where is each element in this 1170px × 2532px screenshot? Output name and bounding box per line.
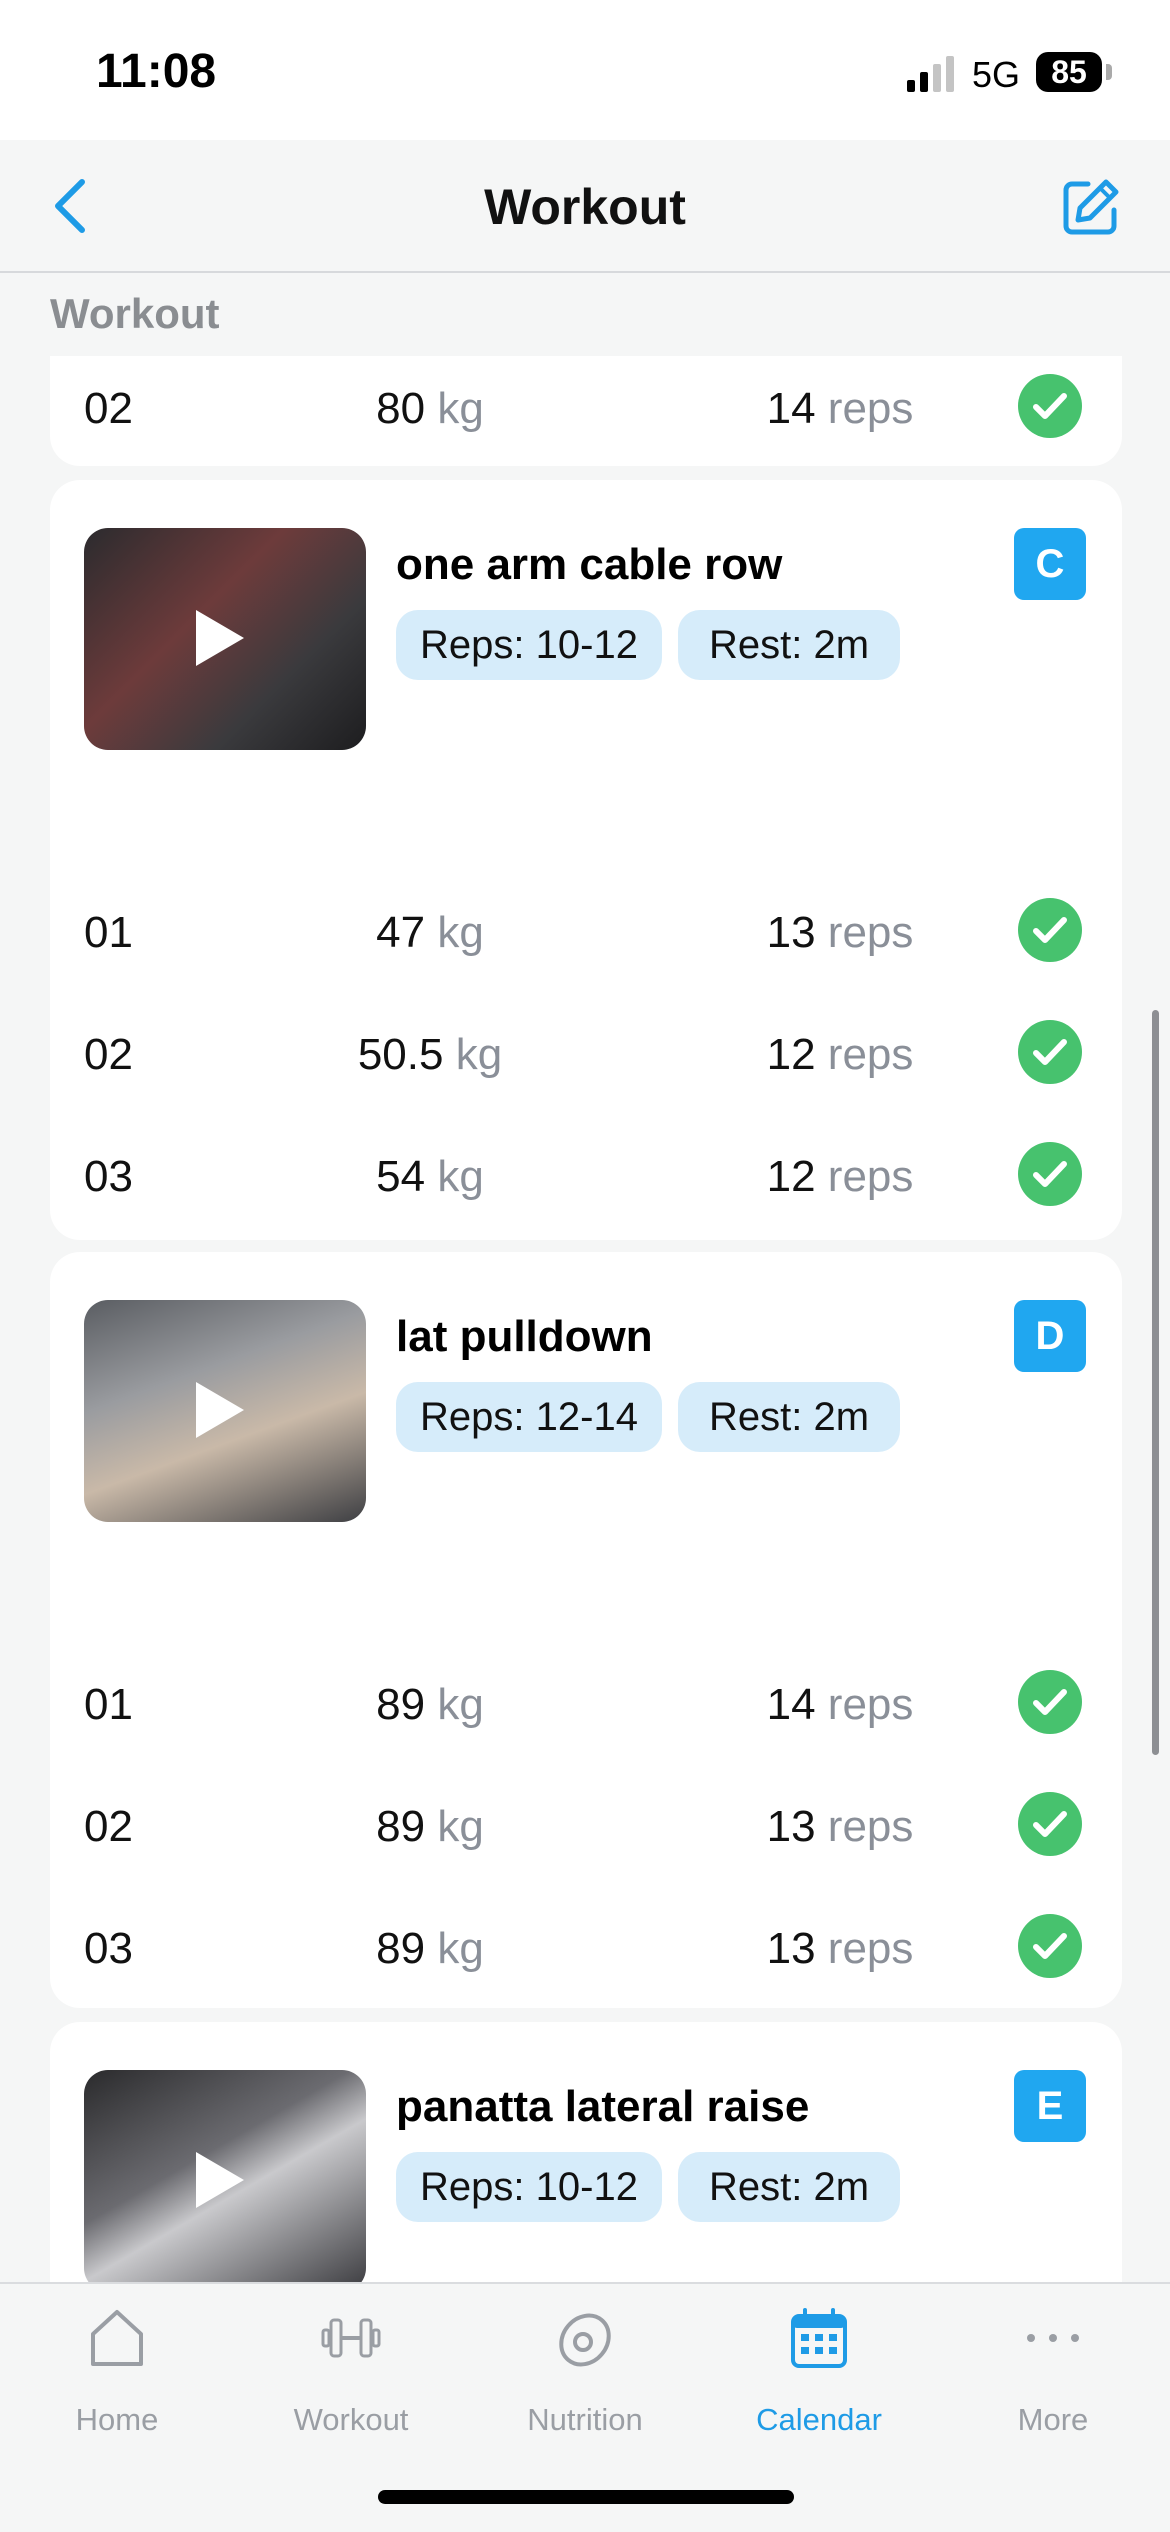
tab-workout[interactable]: Workout <box>234 2306 468 2456</box>
set-row[interactable]: 02 80 kg 14 reps <box>50 356 1122 456</box>
set-weight: 89 kg <box>376 1802 484 1851</box>
reps-pill: Reps: 10-12 <box>396 610 662 680</box>
tab-nutrition[interactable]: Nutrition <box>468 2306 702 2456</box>
home-indicator <box>378 2490 794 2504</box>
tab-label: Nutrition <box>527 2402 643 2437</box>
check-icon[interactable] <box>1018 898 1082 962</box>
check-icon[interactable] <box>1018 1914 1082 1978</box>
check-icon[interactable] <box>1018 374 1082 438</box>
more-icon <box>1027 2334 1079 2342</box>
tab-label: Workout <box>293 2402 409 2437</box>
set-weight: 47 kg <box>376 908 484 957</box>
navigation-bar: Workout <box>0 140 1170 273</box>
set-reps: 14 reps <box>766 384 914 433</box>
set-number: 02 <box>84 1030 133 1079</box>
exercise-card: panatta lateral raise Reps: 10-12 Rest: … <box>50 2022 1122 2322</box>
edit-icon[interactable] <box>1060 176 1122 238</box>
network-label: 5G <box>972 54 1021 95</box>
set-row[interactable]: 01 47 kg 13 reps <box>50 880 1122 980</box>
exercise-name: panatta lateral raise <box>396 2082 810 2131</box>
rest-pill: Rest: 2m <box>678 1382 900 1452</box>
set-number: 01 <box>84 1680 133 1729</box>
tab-label: Home <box>75 2402 159 2437</box>
set-number: 03 <box>84 1924 133 1973</box>
set-row[interactable]: 02 50.5 kg 12 reps <box>50 1002 1122 1102</box>
play-icon <box>196 610 244 666</box>
exercise-name: one arm cable row <box>396 540 783 589</box>
set-weight: 54 kg <box>376 1152 484 1201</box>
tab-home[interactable]: Home <box>0 2306 234 2456</box>
set-number: 03 <box>84 1152 133 1201</box>
superset-badge: D <box>1014 1300 1086 1372</box>
set-reps: 13 reps <box>766 908 914 957</box>
set-reps: 12 reps <box>766 1030 914 1079</box>
play-icon <box>196 1382 244 1438</box>
video-thumbnail[interactable] <box>84 2070 366 2292</box>
check-icon[interactable] <box>1018 1670 1082 1734</box>
status-bar: 11:08 5G 85 <box>0 0 1170 140</box>
set-weight: 89 kg <box>376 1680 484 1729</box>
reps-pill: Reps: 12-14 <box>396 1382 662 1452</box>
exercise-name: lat pulldown <box>396 1312 653 1361</box>
set-reps: 13 reps <box>766 1802 914 1851</box>
dumbbell-icon <box>321 2318 381 2358</box>
set-weight: 89 kg <box>376 1924 484 1973</box>
tab-label: Calendar <box>756 2402 882 2437</box>
video-thumbnail[interactable] <box>84 528 366 750</box>
video-thumbnail[interactable] <box>84 1300 366 1522</box>
set-weight: 80 kg <box>376 384 484 433</box>
reps-pill: Reps: 10-12 <box>396 2152 662 2222</box>
tab-calendar[interactable]: Calendar <box>702 2306 936 2456</box>
superset-badge: E <box>1014 2070 1086 2142</box>
signal-icon <box>907 56 954 92</box>
set-row[interactable]: 03 89 kg 13 reps <box>50 1896 1122 1996</box>
home-icon <box>91 2310 143 2366</box>
calendar-icon <box>791 2308 847 2368</box>
set-row[interactable]: 03 54 kg 12 reps <box>50 1124 1122 1224</box>
battery-icon: 85 <box>1036 52 1102 92</box>
check-icon[interactable] <box>1018 1020 1082 1084</box>
scrollbar[interactable] <box>1152 1010 1159 1755</box>
tab-more[interactable]: More <box>936 2306 1170 2456</box>
exercise-card-previous: 02 80 kg 14 reps <box>50 356 1122 466</box>
tab-label: More <box>1017 2402 1089 2437</box>
battery-cap <box>1106 64 1112 80</box>
set-number: 01 <box>84 908 133 957</box>
set-reps: 14 reps <box>766 1680 914 1729</box>
set-row[interactable]: 01 89 kg 14 reps <box>50 1652 1122 1752</box>
check-icon[interactable] <box>1018 1792 1082 1856</box>
set-number: 02 <box>84 384 133 433</box>
status-time: 11:08 <box>96 45 217 98</box>
play-icon <box>196 2152 244 2208</box>
set-reps: 13 reps <box>766 1924 914 1973</box>
page-title: Workout <box>484 179 686 235</box>
set-reps: 12 reps <box>766 1152 914 1201</box>
avocado-icon <box>559 2313 611 2367</box>
section-label: Workout <box>50 290 220 337</box>
rest-pill: Rest: 2m <box>678 2152 900 2222</box>
exercise-card: one arm cable row Reps: 10-12 Rest: 2m C… <box>50 480 1122 1240</box>
set-weight: 50.5 kg <box>357 1030 503 1079</box>
set-number: 02 <box>84 1802 133 1851</box>
check-icon[interactable] <box>1018 1142 1082 1206</box>
superset-badge: C <box>1014 528 1086 600</box>
exercise-card: lat pulldown Reps: 12-14 Rest: 2m D 01 8… <box>50 1252 1122 2008</box>
rest-pill: Rest: 2m <box>678 610 900 680</box>
set-row[interactable]: 02 89 kg 13 reps <box>50 1774 1122 1874</box>
